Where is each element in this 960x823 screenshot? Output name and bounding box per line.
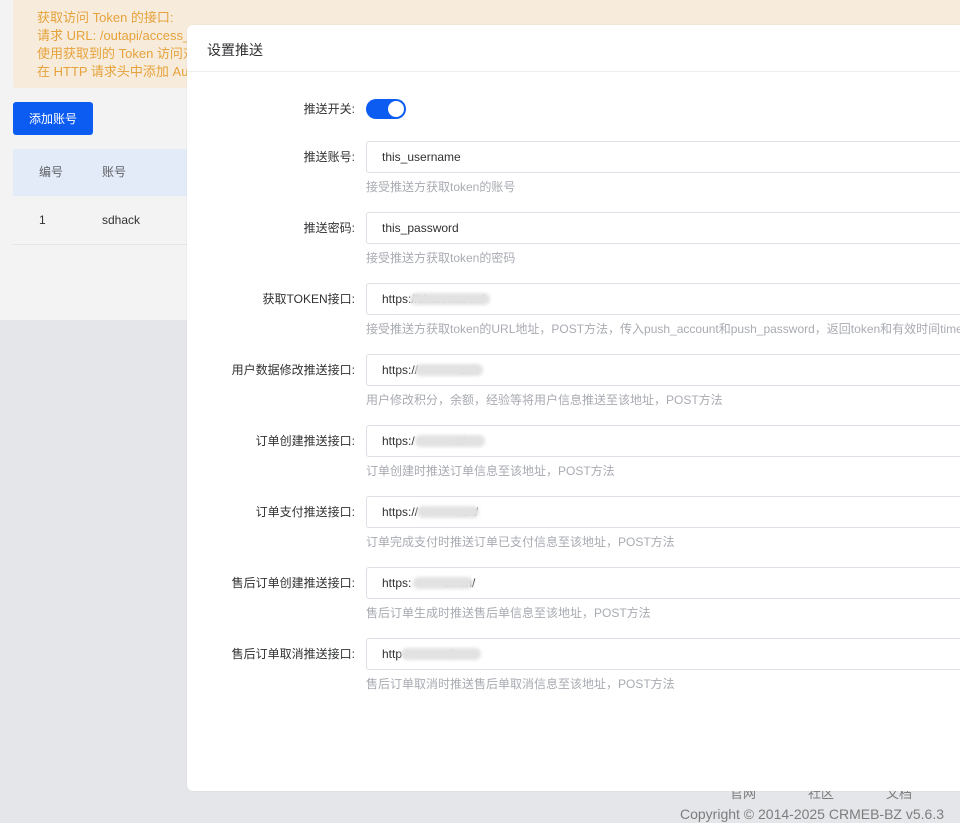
form-item-order-create-url: 订单创建推送接口: 订单创建时推送订单信息至该地址，POST方法 [187, 425, 960, 485]
redaction-blur [415, 364, 483, 376]
form-item-push-password: 推送密码: 接受推送方获取token的密码 [187, 212, 960, 272]
push-account-input[interactable] [366, 141, 960, 173]
cell-account: sdhack [102, 213, 141, 227]
column-header-account: 账号 [102, 165, 127, 179]
aftersale-cancel-url-label: 售后订单取消推送接口: [231, 647, 355, 661]
copyright: Copyright © 2014-2025 CRMEB-BZ v5.6.3 [680, 806, 944, 822]
order-pay-url-label: 订单支付推送接口: [255, 505, 355, 519]
push-account-tip: 接受推送方获取token的账号 [366, 180, 516, 194]
push-settings-dialog: 设置推送 推送开关: 推送账号: 接受推送方获取token的账号 推送密码: 接… [187, 25, 960, 791]
aftersale-cancel-url-tip: 售后订单取消时推送售后单取消信息至该地址，POST方法 [366, 677, 675, 691]
push-account-label: 推送账号: [303, 150, 355, 164]
form-item-push-account: 推送账号: 接受推送方获取token的账号 [187, 141, 960, 201]
redaction-blur [401, 648, 481, 660]
push-password-input[interactable] [366, 212, 960, 244]
column-header-id: 编号 [39, 165, 64, 179]
form-item-push-switch: 推送开关: [187, 91, 960, 127]
order-pay-url-tip: 订单完成支付时推送订单已支付信息至该地址，POST方法 [366, 535, 675, 549]
form-item-order-pay-url: 订单支付推送接口: 订单完成支付时推送订单已支付信息至该地址，POST方法 [187, 496, 960, 556]
order-create-url-tip: 订单创建时推送订单信息至该地址，POST方法 [366, 464, 615, 478]
push-password-label: 推送密码: [303, 221, 355, 235]
token-url-tip: 接受推送方获取token的URL地址，POST方法，传入push_account… [366, 322, 960, 336]
token-url-label: 获取TOKEN接口: [262, 292, 355, 306]
form-item-aftersale-cancel-url: 售后订单取消推送接口: 售后订单取消时推送售后单取消信息至该地址，POST方法 [187, 638, 960, 698]
form-item-token-url: 获取TOKEN接口: 接受推送方获取token的URL地址，POST方法，传入p… [187, 283, 960, 343]
aftersale-create-url-tip: 售后订单生成时推送售后单信息至该地址，POST方法 [366, 606, 651, 620]
aftersale-create-url-label: 售后订单创建推送接口: [231, 576, 355, 590]
push-password-tip: 接受推送方获取token的密码 [366, 251, 516, 265]
user-data-url-label: 用户数据修改推送接口: [231, 363, 355, 377]
switch-knob [388, 101, 404, 117]
order-create-url-label: 订单创建推送接口: [255, 434, 355, 448]
add-account-button[interactable]: 添加账号 [13, 102, 93, 135]
push-switch-toggle[interactable] [366, 99, 406, 119]
dialog-title: 设置推送 [187, 25, 960, 72]
redaction-blur [415, 435, 485, 447]
cell-id: 1 [39, 213, 46, 227]
redaction-blur [417, 506, 479, 518]
push-switch-label: 推送开关: [303, 102, 355, 116]
form-item-aftersale-create-url: 售后订单创建推送接口: 售后订单生成时推送售后单信息至该地址，POST方法 [187, 567, 960, 627]
redaction-blur [410, 293, 490, 305]
redaction-blur [413, 577, 473, 589]
form-item-user-data-url: 用户数据修改推送接口: 用户修改积分，余额，经验等将用户信息推送至该地址，POS… [187, 354, 960, 414]
user-data-url-tip: 用户修改积分，余额，经验等将用户信息推送至该地址，POST方法 [366, 393, 723, 407]
